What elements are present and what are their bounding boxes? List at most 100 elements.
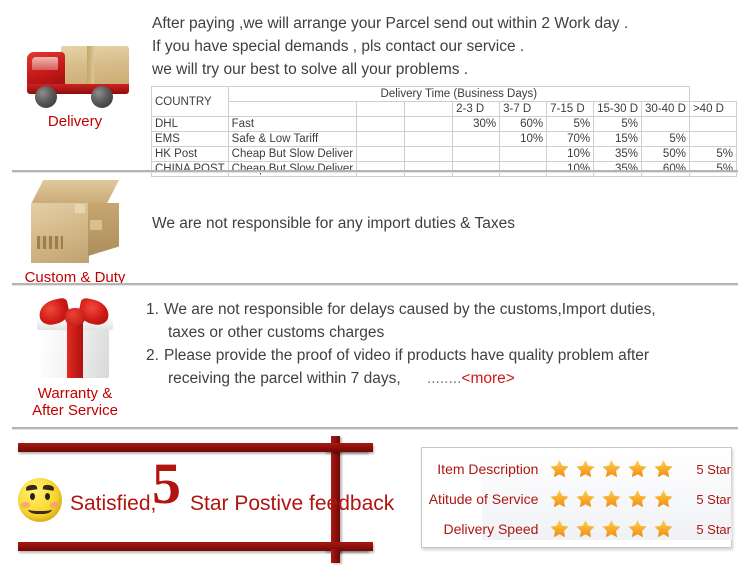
warranty-list: 1. We are not responsible for delays cau… [146,298,741,390]
rating-stars-2 [548,518,684,540]
cell-3-3: 35% [593,161,643,177]
delivery-icon-label: Delivery [47,113,103,130]
star-icon [652,458,675,480]
delivery-paragraph: After paying ,we will arrange your Parce… [152,12,737,81]
table-header-blank-1 [356,101,406,117]
cell-blank1-3 [356,161,406,177]
cell-3-5: 5% [688,161,737,177]
cell-country-3: CHINA POST [151,161,229,177]
warranty-item-2-number: 2. [146,347,159,364]
cell-blank1-1 [356,131,406,147]
rating-count-1: 5 Star [696,491,731,507]
feedback-text-after: Star Postive feedback [190,492,395,515]
star-icon [574,488,597,510]
rating-row-item-description: Item Description 5 Star [422,454,731,484]
star-icon [626,518,649,540]
table-row: CHINA POST Cheap But Slow Deliver 10% 35… [151,161,737,177]
cell-country-1: EMS [151,131,229,147]
cell-desc-2: Cheap But Slow Deliver [227,146,358,162]
cell-1-1: 10% [499,131,548,147]
custom-duty-icon-column: Custom & Duty [0,180,150,286]
cell-0-5 [688,116,737,132]
cell-0-2: 5% [546,116,595,132]
warranty-item-1-line2: taxes or other customs charges [168,324,385,341]
warranty-icon-column: Warranty & After Service [0,296,150,419]
feedback-big-five: 5 [152,451,181,516]
rating-count-0: 5 Star [696,461,731,477]
cell-0-4 [641,116,690,132]
cell-desc-3: Cheap But Slow Deliver [227,161,358,177]
table-header-day-5: >40 D [688,101,737,117]
warranty-item-2-line2-wrap: receiving the parcel within 7 days, ....… [164,367,741,390]
delivery-line-3: we will try our best to solve all your p… [152,61,469,78]
feedback-text-before: Satisfied, [70,492,157,515]
warranty-item-2-line2: receiving the parcel within 7 days, [168,370,401,387]
cell-0-3: 5% [593,116,643,132]
smiley-face-icon [18,478,62,522]
table-header-row-1: COUNTRY Delivery Time (Business Days) [151,86,737,117]
cardboard-box-icon [27,180,123,266]
cell-2-3: 35% [593,146,643,162]
cell-3-4: 60% [641,161,690,177]
warranty-more-link[interactable]: <more> [461,370,514,387]
star-icon [652,488,675,510]
banner-bar-top-left [18,443,368,452]
table-row: EMS Safe & Low Tariff 10% 70% 15% 5% [151,131,737,147]
rating-row-delivery-speed: Delivery Speed 5 Star [422,514,731,544]
divider-1 [12,170,738,173]
warranty-item-1-line1: We are not responsible for delays caused… [164,301,656,318]
ratings-rows: Item Description 5 Star Atitude of Servi… [422,448,731,547]
cell-blank2-3 [404,161,454,177]
table-header-day-1: 3-7 D [499,101,548,117]
rating-label-0: Item Description [437,461,539,477]
ratings-panel: Item Description 5 Star Atitude of Servi… [421,447,732,548]
cell-blank2-1 [404,131,454,147]
star-icon [626,458,649,480]
cell-3-2: 10% [546,161,595,177]
cell-blank1-2 [356,146,406,162]
banner-bar-bottom-left [18,542,368,551]
banner-bar-top-right [325,443,373,452]
cell-desc-1: Safe & Low Tariff [227,131,358,147]
star-icon [600,518,623,540]
star-icon [626,488,649,510]
warranty-icon-label-line2: After Service [32,402,118,419]
cell-1-4: 5% [641,131,690,147]
cell-blank2-0 [404,116,454,132]
cell-0-0: 30% [452,116,501,132]
cell-2-2: 10% [546,146,595,162]
table-row: DHL Fast 30% 60% 5% 5% [151,116,737,132]
rating-label-2: Delivery Speed [443,521,539,537]
delivery-line-1: After paying ,we will arrange your Parce… [152,15,629,32]
rating-stars-1 [548,488,684,510]
star-icon [548,518,571,540]
table-header-day-4: 30-40 D [641,101,690,117]
warranty-item-1-number: 1. [146,301,159,318]
delivery-time-table: COUNTRY Delivery Time (Business Days) 2-… [151,86,737,177]
table-row: HK Post Cheap But Slow Deliver 10% 35% 5… [151,146,737,162]
warranty-item-2-line1: Please provide the proof of video if pro… [164,347,650,364]
cell-desc-0: Fast [227,116,358,132]
table-header-day-3: 15-30 D [593,101,643,117]
rating-row-attitude-of-service: Atitude of Service 5 Star [422,484,731,514]
cell-country-2: HK Post [151,146,229,162]
table-header-day-0: 2-3 D [452,101,501,117]
delivery-truck-icon [15,38,135,110]
table-header-day-2: 7-15 D [546,101,595,117]
cell-blank1-0 [356,116,406,132]
cell-2-1 [499,146,548,162]
table-header-country: COUNTRY [151,86,229,117]
star-icon [574,458,597,480]
cell-2-5: 5% [688,146,737,162]
star-icon [600,458,623,480]
cell-3-1 [499,161,548,177]
delivery-line-2: If you have special demands , pls contac… [152,38,525,55]
custom-duty-text: We are not responsible for any import du… [152,215,516,232]
shipping-policy-banner: Delivery After paying ,we will arrange y… [0,0,750,581]
warranty-icon-label-line1: Warranty & [37,385,113,402]
table-header-delivery-time: Delivery Time (Business Days) [227,86,690,102]
cell-blank2-2 [404,146,454,162]
cell-0-1: 60% [499,116,548,132]
rating-stars-0 [548,458,684,480]
cell-1-5 [688,131,737,147]
